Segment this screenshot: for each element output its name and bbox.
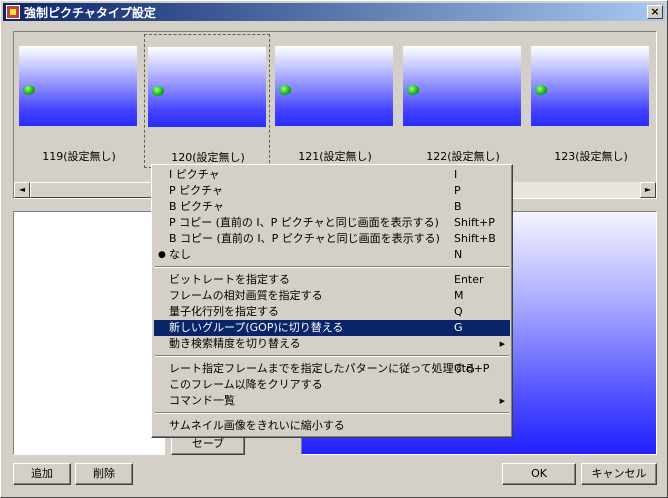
menu-item-b-picture[interactable]: B ピクチャ B — [154, 199, 510, 215]
context-menu: I ピクチャ I P ピクチャ P B ピクチャ B P コピー (直前の I、P ピ… — [151, 164, 513, 438]
menu-item-bitrate[interactable]: ビットレートを指定する Enter — [154, 272, 510, 288]
thumbnail-label: 122(設定無し) — [426, 150, 500, 163]
thumbnail-item[interactable]: 120(設定無し) — [144, 34, 270, 168]
scroll-right-icon[interactable]: ► — [640, 182, 656, 198]
window-title: 強制ピクチャタイプ設定 — [24, 5, 156, 20]
thumbnail-marker-icon — [407, 85, 419, 95]
thumbnail-marker-icon — [279, 85, 291, 95]
dialog-window: 強制ピクチャタイプ設定 × 119(設定無し) 120(設定無し) 121(設定… — [0, 0, 668, 498]
menu-separator — [154, 409, 510, 418]
thumbnail-marker-icon — [152, 86, 164, 96]
menu-item-p-picture[interactable]: P ピクチャ P — [154, 183, 510, 199]
menu-item-shrink-thumbnail[interactable]: サムネイル画像をきれいに縮小する — [154, 418, 510, 434]
scrollbar-thumb[interactable] — [30, 182, 160, 198]
thumbnail-marker-icon — [535, 85, 547, 95]
thumbnail-label: 123(設定無し) — [554, 150, 628, 163]
menu-item-quant-matrix[interactable]: 量子化行列を指定する Q — [154, 304, 510, 320]
thumbnail-label: 119(設定無し) — [42, 150, 116, 163]
thumbnail-label: 120(設定無し) — [171, 151, 245, 164]
menu-item-clear-after[interactable]: このフレーム以降をクリアする — [154, 377, 510, 393]
thumbnail-item[interactable]: 122(設定無し) — [400, 34, 526, 168]
thumbnail-item[interactable]: 123(設定無し) — [528, 34, 654, 168]
menu-item-b-copy[interactable]: B コピー (直前の I、P ピクチャと同じ画面を表示する) Shift+B — [154, 231, 510, 247]
delete-button[interactable]: 削除 — [75, 463, 133, 485]
thumbnail-image — [19, 46, 137, 126]
submenu-arrow-icon: ▶ — [499, 397, 505, 405]
thumbnail-label: 121(設定無し) — [298, 150, 372, 163]
menu-item-relative-quality[interactable]: フレームの相対画質を指定する M — [154, 288, 510, 304]
radio-bullet-icon: ● — [158, 250, 166, 260]
thumbnail-image — [531, 46, 649, 126]
cancel-button[interactable]: キャンセル — [581, 463, 657, 485]
menu-item-new-gop[interactable]: 新しいグループ(GOP)に切り替える G — [154, 320, 510, 336]
thumbnail-item[interactable]: 119(設定無し) — [16, 34, 142, 168]
close-button[interactable]: × — [647, 5, 663, 19]
thumbnail-item[interactable]: 121(設定無し) — [272, 34, 398, 168]
thumbnail-image — [275, 46, 393, 126]
menu-separator — [154, 263, 510, 272]
add-button[interactable]: 追加 — [13, 463, 71, 485]
menu-item-none[interactable]: ● なし N — [154, 247, 510, 263]
pattern-list[interactable] — [13, 211, 165, 455]
title-bar[interactable]: 強制ピクチャタイプ設定 × — [3, 3, 665, 21]
menu-item-motion-search[interactable]: 動き検索精度を切り替える ▶ — [154, 336, 510, 352]
menu-item-process-pattern[interactable]: レート指定フレームまでを指定したパターンに従って処理する Ctrl+P — [154, 361, 510, 377]
ok-button[interactable]: OK — [502, 463, 576, 485]
menu-item-i-picture[interactable]: I ピクチャ I — [154, 167, 510, 183]
menu-separator — [154, 352, 510, 361]
scroll-left-icon[interactable]: ◄ — [14, 182, 30, 198]
thumbnail-marker-icon — [23, 85, 35, 95]
menu-item-command-list[interactable]: コマンド一覧 ▶ — [154, 393, 510, 409]
menu-item-p-copy[interactable]: P コピー (直前の I、P ピクチャと同じ画面を表示する) Shift+P — [154, 215, 510, 231]
thumbnail-image — [148, 47, 266, 127]
submenu-arrow-icon: ▶ — [499, 340, 505, 348]
app-icon — [6, 5, 20, 19]
thumbnail-image — [403, 46, 521, 126]
